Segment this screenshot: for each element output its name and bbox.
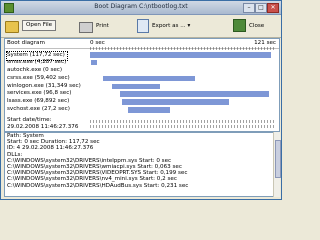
process-label: winlogon.exe (31,349 sec) xyxy=(7,82,81,89)
scrollbar-thumb[interactable] xyxy=(275,140,281,178)
process-bar[interactable] xyxy=(128,107,171,113)
process-row[interactable]: System (117,72 sec) xyxy=(5,51,279,61)
printer-icon xyxy=(79,21,93,33)
process-label: lsass.exe (69,892 sec) xyxy=(7,98,70,105)
scale-start-label: 0 sec xyxy=(90,40,105,46)
process-label: smss.exe (4,287 sec) xyxy=(7,58,67,65)
open-file-button[interactable]: Open File xyxy=(5,17,57,34)
details-line: C:\WINDOWS\system32\DRIVERS\HDAudBus.sys… xyxy=(7,182,189,189)
details-scrollbar[interactable] xyxy=(273,132,281,197)
window-title: Boot Diagram C:\ntbootlog.txt xyxy=(94,3,188,10)
app-window: Boot Diagram C:\ntbootlog.txt – □ ✕ Open… xyxy=(0,0,282,200)
process-bar[interactable] xyxy=(90,52,271,58)
process-bar[interactable] xyxy=(90,59,98,66)
start-datetime-value: 29.02.2008 11:46:27.376 xyxy=(7,124,79,130)
print-label: Print xyxy=(96,22,109,29)
process-row[interactable]: autochk.exe (0 sec) xyxy=(5,67,279,75)
close-button[interactable]: Close xyxy=(233,17,264,34)
chevron-down-icon: ▾ xyxy=(187,22,191,29)
export-label: Export as ... xyxy=(152,22,186,29)
maximize-icon[interactable]: □ xyxy=(255,3,267,13)
boot-diagram-panel: Boot diagram 0 sec 121 sec System (117,7… xyxy=(4,38,280,132)
process-label: csrss.exe (59,402 sec) xyxy=(7,74,70,81)
start-datetime-label: Start date/time: xyxy=(7,117,52,123)
print-button[interactable]: Print xyxy=(79,17,109,34)
process-label: autochk.exe (0 sec) xyxy=(7,66,63,73)
process-label: svchost.exe (27,2 sec) xyxy=(7,106,70,113)
process-row[interactable]: services.exe (96,8 sec) xyxy=(5,90,279,98)
process-list: System (117,72 sec) smss.exe (4,287 sec) a… xyxy=(5,51,279,114)
export-button[interactable]: Export as ... ▾ xyxy=(137,17,190,34)
process-row[interactable]: winlogon.exe (31,349 sec) xyxy=(5,83,279,91)
toolbar: Open File Print Export as ... ▾ Close xyxy=(1,15,281,38)
title-bar: Boot Diagram C:\ntbootlog.txt – □ ✕ xyxy=(1,1,281,15)
time-ruler xyxy=(90,47,276,50)
exit-icon xyxy=(233,19,246,32)
process-bar[interactable] xyxy=(119,91,269,97)
process-bar[interactable] xyxy=(121,99,229,105)
minimize-icon[interactable]: – xyxy=(243,3,255,13)
scale-end-label: 121 sec xyxy=(254,40,276,46)
close-window-icon[interactable]: ✕ xyxy=(267,3,279,13)
diagram-header-label: Boot diagram xyxy=(7,40,45,46)
folder-icon xyxy=(5,20,19,33)
process-row[interactable]: csrss.exe (59,402 sec) xyxy=(5,75,279,83)
process-row[interactable]: smss.exe (4,287 sec) xyxy=(5,59,279,67)
export-icon xyxy=(137,18,149,33)
process-row[interactable]: svchost.exe (27,2 sec) xyxy=(5,106,279,114)
process-bar[interactable] xyxy=(103,75,195,82)
process-label: services.exe (96,8 sec) xyxy=(7,90,72,97)
process-row[interactable]: lsass.exe (69,892 sec) xyxy=(5,98,279,106)
close-label: Close xyxy=(249,22,265,29)
details-textbox[interactable]: Path: System Start: 0 sec Duration: 117,7… xyxy=(4,132,276,197)
process-bar[interactable] xyxy=(112,83,161,90)
time-ruler-bottom-2 xyxy=(90,125,276,128)
open-file-label: Open File xyxy=(22,20,57,31)
